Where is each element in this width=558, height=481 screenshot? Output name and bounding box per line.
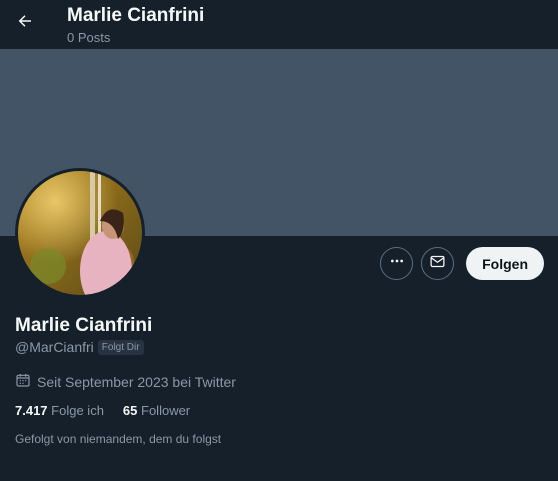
profile-name: Marlie Cianfrini — [15, 315, 153, 336]
profile-handle: @MarCianfri — [15, 339, 94, 355]
follow-button[interactable]: Folgen — [466, 247, 544, 280]
envelope-icon — [429, 253, 446, 275]
following-link[interactable]: 7.417 Folge ich — [15, 403, 104, 418]
more-button[interactable] — [380, 247, 414, 280]
followers-label: Follower — [141, 403, 191, 418]
profile-actions: Folgen — [380, 247, 544, 280]
join-date: Seit September 2023 bei Twitter — [15, 372, 236, 391]
more-horizontal-icon — [389, 253, 405, 274]
handle-row: @MarCianfri Folgt Dir — [15, 339, 144, 355]
following-count: 7.417 — [15, 403, 48, 418]
header-title: Marlie Cianfrini — [67, 5, 205, 26]
followers-link[interactable]: 65 Follower — [123, 403, 190, 418]
follows-you-badge: Folgt Dir — [97, 339, 144, 355]
message-button[interactable] — [421, 247, 455, 280]
following-label: Folge ich — [51, 403, 104, 418]
avatar[interactable] — [15, 168, 145, 298]
calendar-icon — [15, 372, 31, 391]
follow-stats: 7.417 Folge ich 65 Follower — [15, 403, 190, 418]
back-button[interactable] — [10, 8, 40, 38]
post-count: 0 Posts — [67, 30, 111, 45]
profile-header: Marlie Cianfrini 0 Posts — [0, 0, 558, 49]
followers-count: 65 — [122, 403, 138, 418]
join-date-text: Seit September 2023 bei Twitter — [37, 373, 236, 390]
arrow-left-icon — [16, 12, 34, 35]
followed-by-text: Gefolgt von niemandem, dem du folgst — [15, 432, 222, 446]
